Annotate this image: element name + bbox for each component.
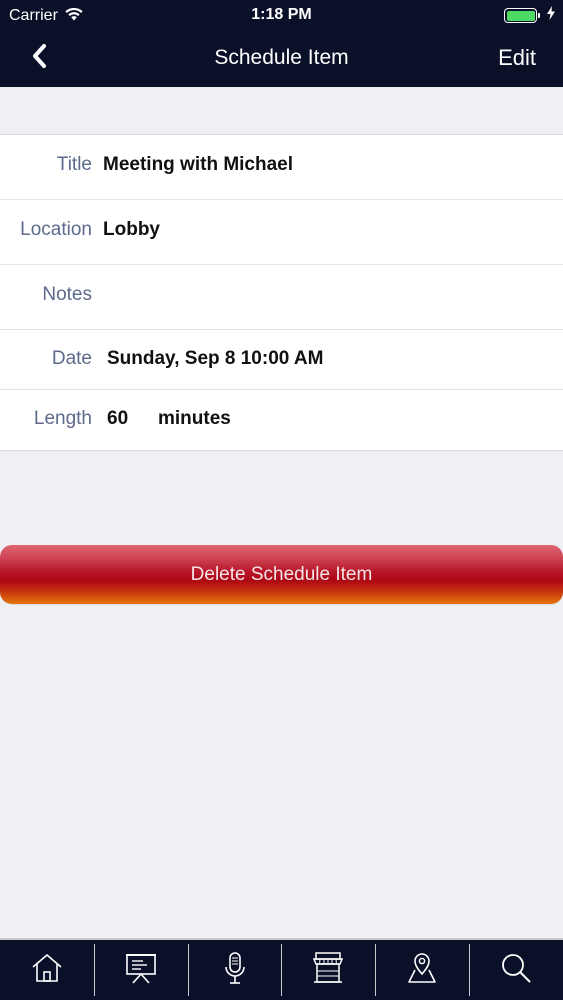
length-row: Length 60 minutes bbox=[0, 390, 563, 450]
schedule-item-details: Title Meeting with Michael Location Lobb… bbox=[0, 134, 563, 451]
tab-speakers[interactable] bbox=[187, 940, 282, 1000]
date-value: Sunday, Sep 8 10:00 AM bbox=[107, 348, 324, 369]
tab-map[interactable] bbox=[375, 940, 469, 1000]
location-value: Lobby bbox=[103, 219, 160, 240]
battery-fill bbox=[506, 10, 535, 21]
navigation-bar: Schedule Item Edit bbox=[0, 30, 563, 87]
length-label: Length bbox=[33, 408, 92, 429]
delete-schedule-item-button[interactable]: Delete Schedule Item bbox=[0, 545, 563, 604]
tab-search[interactable] bbox=[469, 940, 563, 1000]
microphone-icon bbox=[217, 950, 253, 991]
status-bar: Carrier 1:18 PM bbox=[0, 0, 563, 30]
location-row: Location Lobby bbox=[0, 200, 563, 265]
search-icon bbox=[498, 950, 534, 991]
date-label: Date bbox=[51, 348, 92, 369]
presentation-icon bbox=[123, 950, 159, 991]
title-row: Title Meeting with Michael bbox=[0, 135, 563, 200]
edit-button[interactable]: Edit bbox=[498, 45, 536, 71]
charging-bolt-icon bbox=[547, 6, 555, 25]
storefront-icon bbox=[310, 950, 346, 991]
status-time: 1:18 PM bbox=[251, 6, 312, 23]
battery-icon bbox=[504, 8, 540, 23]
length-value: 60 bbox=[107, 408, 129, 429]
page-title: Schedule Item bbox=[214, 46, 349, 69]
home-icon bbox=[29, 950, 65, 991]
top-bar: Carrier 1:18 PM Schedule Item Edit bbox=[0, 0, 563, 87]
tab-home[interactable] bbox=[0, 940, 94, 1000]
tab-presentations[interactable] bbox=[93, 940, 188, 1000]
location-label: Location bbox=[20, 219, 92, 240]
notes-row: Notes bbox=[0, 265, 563, 330]
delete-button-label: Delete Schedule Item bbox=[190, 563, 373, 585]
battery-indicator bbox=[504, 6, 555, 25]
tab-exhibitors[interactable] bbox=[281, 940, 375, 1000]
tab-bar bbox=[0, 938, 563, 1000]
map-location-icon bbox=[404, 950, 440, 991]
date-row: Date Sunday, Sep 8 10:00 AM bbox=[0, 330, 563, 390]
title-label: Title bbox=[56, 154, 92, 175]
notes-label: Notes bbox=[42, 284, 92, 305]
title-value: Meeting with Michael bbox=[103, 154, 294, 175]
length-unit: minutes bbox=[158, 408, 231, 429]
